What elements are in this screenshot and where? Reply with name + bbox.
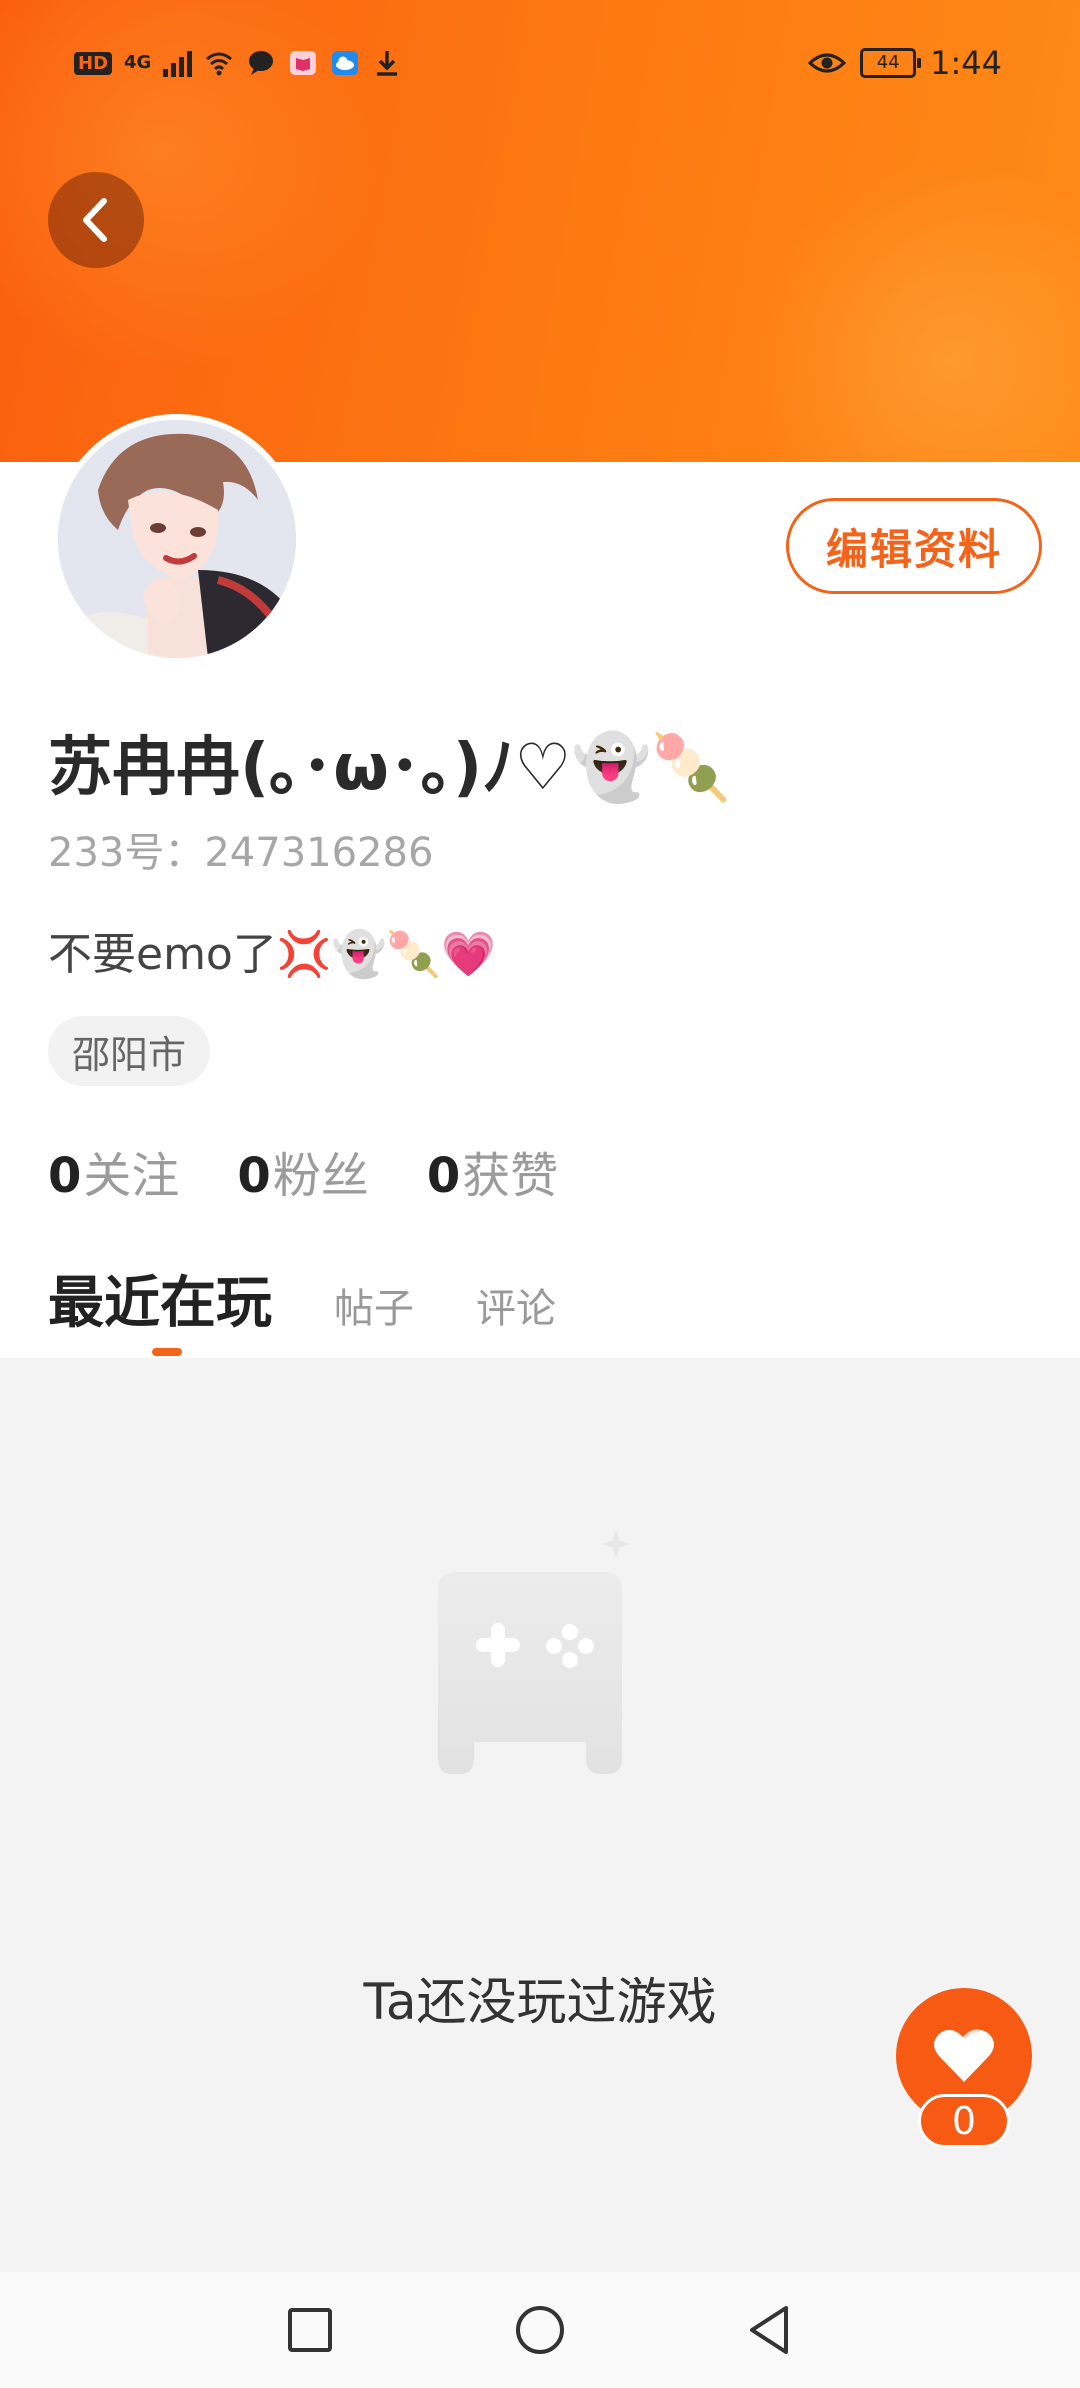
battery-icon: 44 <box>860 48 922 78</box>
gamepad-icon <box>438 1530 630 1774</box>
following-stat[interactable]: 0关注 <box>48 1136 179 1206</box>
status-left-icons: HD 4G <box>74 48 402 78</box>
like-count-badge: 0 <box>918 2094 1010 2148</box>
active-tab-indicator <box>152 1348 182 1356</box>
book-app-icon <box>290 51 317 75</box>
profile-tabs: 最近在玩 帖子 评论 <box>48 1258 556 1339</box>
chevron-left-icon <box>83 198 107 242</box>
tab-posts[interactable]: 帖子 <box>334 1276 414 1334</box>
user-id: 233号：247316286 <box>48 830 434 876</box>
signal-icon <box>163 49 193 77</box>
nickname: 苏冉冉(｡･ω･｡)ﾉ♡👻🍡 <box>48 731 731 805</box>
edit-profile-button[interactable]: 编辑资料 <box>786 498 1042 594</box>
back-button[interactable] <box>48 172 144 268</box>
eye-icon <box>808 53 847 73</box>
followers-count: 0 <box>237 1148 271 1204</box>
tab-content-area <box>0 1358 1080 2272</box>
likes-count: 0 <box>426 1148 461 1204</box>
recent-apps-icon[interactable] <box>282 2302 338 2358</box>
download-icon <box>377 51 398 76</box>
system-navigation-bar <box>0 2272 1080 2388</box>
likes-stat: 0获赞 <box>427 1136 558 1206</box>
network-type: 4G <box>124 52 152 73</box>
clock: 1:44 <box>930 44 1002 82</box>
back-icon[interactable] <box>742 2302 798 2358</box>
status-right-icons: 44 1:44 <box>808 44 1002 82</box>
following-count: 0 <box>48 1148 82 1204</box>
cloud-app-icon <box>332 51 359 75</box>
hd-indicator: HD <box>74 51 113 75</box>
likes-label: 获赞 <box>462 1148 559 1204</box>
avatar[interactable] <box>52 414 302 664</box>
avatar-illustration <box>58 420 296 658</box>
tab-recently-played[interactable]: 最近在玩 <box>48 1258 272 1339</box>
followers-label: 粉丝 <box>272 1148 369 1204</box>
home-icon[interactable] <box>512 2302 568 2358</box>
stats-row: 0关注 0粉丝 0获赞 <box>48 1136 558 1206</box>
status-bar: HD 4G 44 1:44 <box>0 38 1080 90</box>
tab-comments[interactable]: 评论 <box>476 1276 556 1334</box>
heart-icon <box>934 2029 994 2082</box>
wifi-icon <box>206 52 233 76</box>
city-tag: 邵阳市 <box>48 1016 211 1086</box>
chat-bubble-icon <box>249 51 274 75</box>
followers-stat[interactable]: 0粉丝 <box>237 1136 368 1206</box>
bio-text: 不要emo了💢👻🍡💗 <box>48 929 496 980</box>
following-label: 关注 <box>83 1148 180 1204</box>
